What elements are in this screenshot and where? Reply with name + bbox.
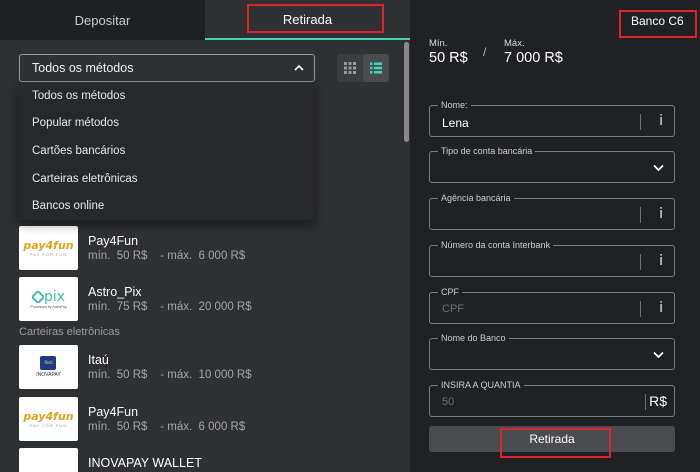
method-name: Astro_Pix <box>88 285 142 299</box>
info-icon[interactable]: i <box>659 253 663 269</box>
amount-placeholder: 50 <box>442 396 455 408</box>
account-number-label: Número da conta Interbank <box>438 240 554 250</box>
grid-icon <box>344 62 356 74</box>
list-scrollbar[interactable] <box>404 42 409 142</box>
field-divider <box>640 254 641 270</box>
method-name: Itaú <box>88 353 109 367</box>
pix-logo: pix Processed by AstroPay <box>19 277 78 321</box>
tab-deposit[interactable]: Depositar <box>0 0 205 40</box>
field-divider <box>640 114 641 130</box>
list-icon <box>370 62 382 74</box>
chevron-up-icon <box>294 64 304 71</box>
field-divider <box>640 207 641 223</box>
pay4fun-logo: pay4fun PAY FOR FUN <box>19 226 78 270</box>
grid-view-button[interactable] <box>337 54 363 82</box>
itau-logo-box: Itaú <box>40 356 57 370</box>
bank-title: Banco C6 <box>631 14 684 28</box>
section-title-ewallets: Carteiras eletrônicas <box>19 326 120 338</box>
max-value: 7 000 R$ <box>504 50 563 66</box>
method-filter-dropdown: Todos os métodos Popular métodos Cartões… <box>19 82 315 220</box>
field-divider <box>645 394 646 410</box>
name-field-value: Lena <box>442 116 469 130</box>
pix-logo-sub: Processed by AstroPay <box>30 305 67 309</box>
method-range: mín. 75 R$ - máx. 20 000 R$ <box>88 301 252 313</box>
method-item-astro-pix[interactable]: pix Processed by AstroPay Astro_Pix mín.… <box>19 277 399 323</box>
itau-logo: Itaú INOVAPAY <box>19 345 78 389</box>
currency-label: R$ <box>649 393 667 409</box>
chevron-down-icon <box>653 164 664 172</box>
amount-label: INSIRA A QUANTIA <box>438 380 524 390</box>
dropdown-option-cards[interactable]: Cartões bancários <box>19 137 315 165</box>
method-range: mín. 50 R$ - máx. 6 000 R$ <box>88 421 246 433</box>
chevron-down-icon <box>653 351 664 359</box>
method-range: mín. 50 R$ - máx. 10 000 R$ <box>88 369 252 381</box>
method-name: INOVAPAY WALLET <box>88 456 202 470</box>
dropdown-option-all[interactable]: Todos os métodos <box>19 82 315 110</box>
method-name: Pay4Fun <box>88 405 139 419</box>
method-item-pay4fun-wallet[interactable]: pay4fun PAY FOR FUN Pay4Fun mín. 50 R$ -… <box>19 397 399 443</box>
withdraw-form-pane: Banco C6 Mín. 50 R$ / Máx. 7 000 R$ Nome… <box>410 0 700 472</box>
bank-name-label: Nome do Banco <box>438 333 509 343</box>
pay4fun-logo: pay4fun PAY FOR FUN <box>19 397 78 441</box>
name-field-label: Nome: <box>438 100 471 110</box>
tab-withdraw[interactable]: Retirada <box>205 0 410 40</box>
cpf-field[interactable]: CPF CPF i <box>429 287 675 324</box>
dropdown-option-popular[interactable]: Popular métodos <box>19 110 315 138</box>
pix-diamond-icon <box>31 291 44 303</box>
inovapay-logo-text: INOVAPAY <box>36 372 61 378</box>
account-type-select[interactable]: Tipo de conta bancária <box>429 146 675 183</box>
method-filter-select[interactable]: Todos os métodos <box>19 54 315 82</box>
max-label: Máx. <box>504 38 525 49</box>
pix-logo-text: pix <box>43 289 66 305</box>
method-item-pay4fun[interactable]: pay4fun PAY FOR FUN Pay4Fun mín. 50 R$ -… <box>19 226 399 272</box>
filter-row: Todos os métodos <box>19 54 389 82</box>
pay4fun-logo-sub: PAY FOR FUN <box>29 423 68 428</box>
tab-bar: Depositar Retirada <box>0 0 410 40</box>
inovapay-logo: INOVAPAY <box>19 448 78 472</box>
method-name: Pay4Fun <box>88 234 139 248</box>
info-icon[interactable]: i <box>659 113 663 129</box>
method-range: mín. 50 R$ - máx. 6 000 R$ <box>88 250 246 262</box>
view-toggle <box>337 54 389 82</box>
info-icon[interactable]: i <box>659 206 663 222</box>
bank-name-select[interactable]: Nome do Banco <box>429 333 675 370</box>
method-item-inovapay-wallet[interactable]: INOVAPAY INOVAPAY WALLET <box>19 448 399 472</box>
account-number-field[interactable]: Número da conta Interbank i <box>429 240 675 277</box>
dropdown-option-ewallets[interactable]: Carteiras eletrônicas <box>19 165 315 193</box>
withdraw-submit-button[interactable]: Retirada <box>429 426 675 452</box>
limit-separator: / <box>483 45 487 59</box>
bank-branch-label: Agência bancária <box>438 193 514 203</box>
bank-branch-field[interactable]: Agência bancária i <box>429 193 675 230</box>
account-type-label: Tipo de conta bancária <box>438 146 536 156</box>
min-label: Mín. <box>429 38 448 49</box>
payment-methods-pane: Depositar Retirada Todos os métodos Todo… <box>0 0 410 472</box>
method-item-itau[interactable]: Itaú INOVAPAY Itaú mín. 50 R$ - máx. 10 … <box>19 345 399 391</box>
dropdown-option-online-banks[interactable]: Bancos online <box>19 192 315 220</box>
name-field[interactable]: Nome: Lena i <box>429 100 675 137</box>
list-view-button[interactable] <box>363 54 389 82</box>
min-value: 50 R$ <box>429 50 468 66</box>
amount-field[interactable]: INSIRA A QUANTIA 50 R$ <box>429 380 675 417</box>
cpf-label: CPF <box>438 287 462 297</box>
pay4fun-logo-sub: PAY FOR FUN <box>29 252 68 257</box>
method-filter-value: Todos os métodos <box>32 61 134 75</box>
field-divider <box>640 301 641 317</box>
info-icon[interactable]: i <box>659 300 663 316</box>
pay4fun-logo-text: pay4fun <box>23 239 74 252</box>
cpf-placeholder: CPF <box>442 303 464 315</box>
pay4fun-logo-text: pay4fun <box>23 410 74 423</box>
